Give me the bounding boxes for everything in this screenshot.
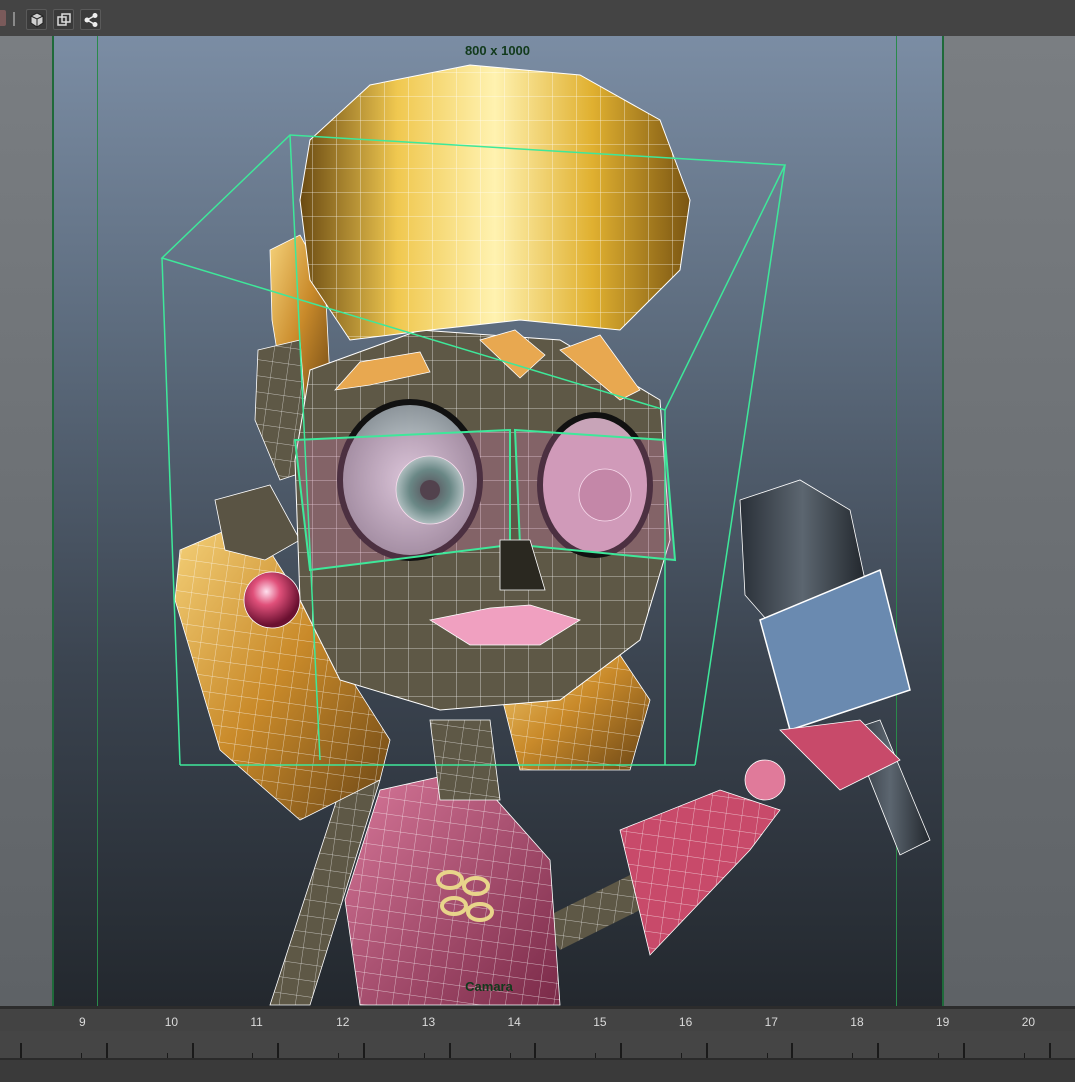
timeline-frame-label: 14 <box>507 1015 521 1029</box>
timeline-frame-label: 15 <box>593 1015 607 1029</box>
timeline-frame-label: 19 <box>936 1015 950 1029</box>
glasses <box>293 428 677 572</box>
character-model-render[interactable] <box>0 36 1075 1006</box>
hair-top <box>299 64 691 341</box>
time-slider[interactable]: 9 10 11 12 13 14 15 16 17 18 19 20 <box>0 1006 1075 1061</box>
timeline-frame-label: 13 <box>421 1015 436 1029</box>
timeline-frame-label: 9 <box>79 1015 86 1029</box>
3d-viewport[interactable]: 800 x 1000 Camara <box>0 36 1075 1006</box>
toolbar-separator <box>13 12 15 26</box>
share-icon[interactable] <box>80 9 101 30</box>
timeline-frame-label: 11 <box>250 1015 263 1029</box>
display-cube-icon[interactable] <box>26 9 47 30</box>
isolate-icon[interactable] <box>53 9 74 30</box>
range-slider[interactable] <box>0 1058 1075 1082</box>
resolution-label: 800 x 1000 <box>464 43 531 58</box>
toolbar-edge-icon[interactable] <box>0 10 6 26</box>
viewport-toolbar <box>0 0 1075 37</box>
microphone-prop <box>739 479 931 856</box>
timeline-frame-label: 20 <box>1021 1015 1036 1029</box>
timeline-frame-label: 10 <box>164 1015 179 1029</box>
timeline-frame-label: 18 <box>850 1015 864 1029</box>
timeline-frame-label: 16 <box>678 1015 693 1029</box>
time-slider-track[interactable] <box>0 1031 1075 1059</box>
timeline-frame-label: 17 <box>764 1015 778 1029</box>
earring <box>243 571 301 629</box>
camera-name-label: Camara <box>465 979 513 994</box>
timeline-frame-label: 12 <box>336 1015 350 1029</box>
